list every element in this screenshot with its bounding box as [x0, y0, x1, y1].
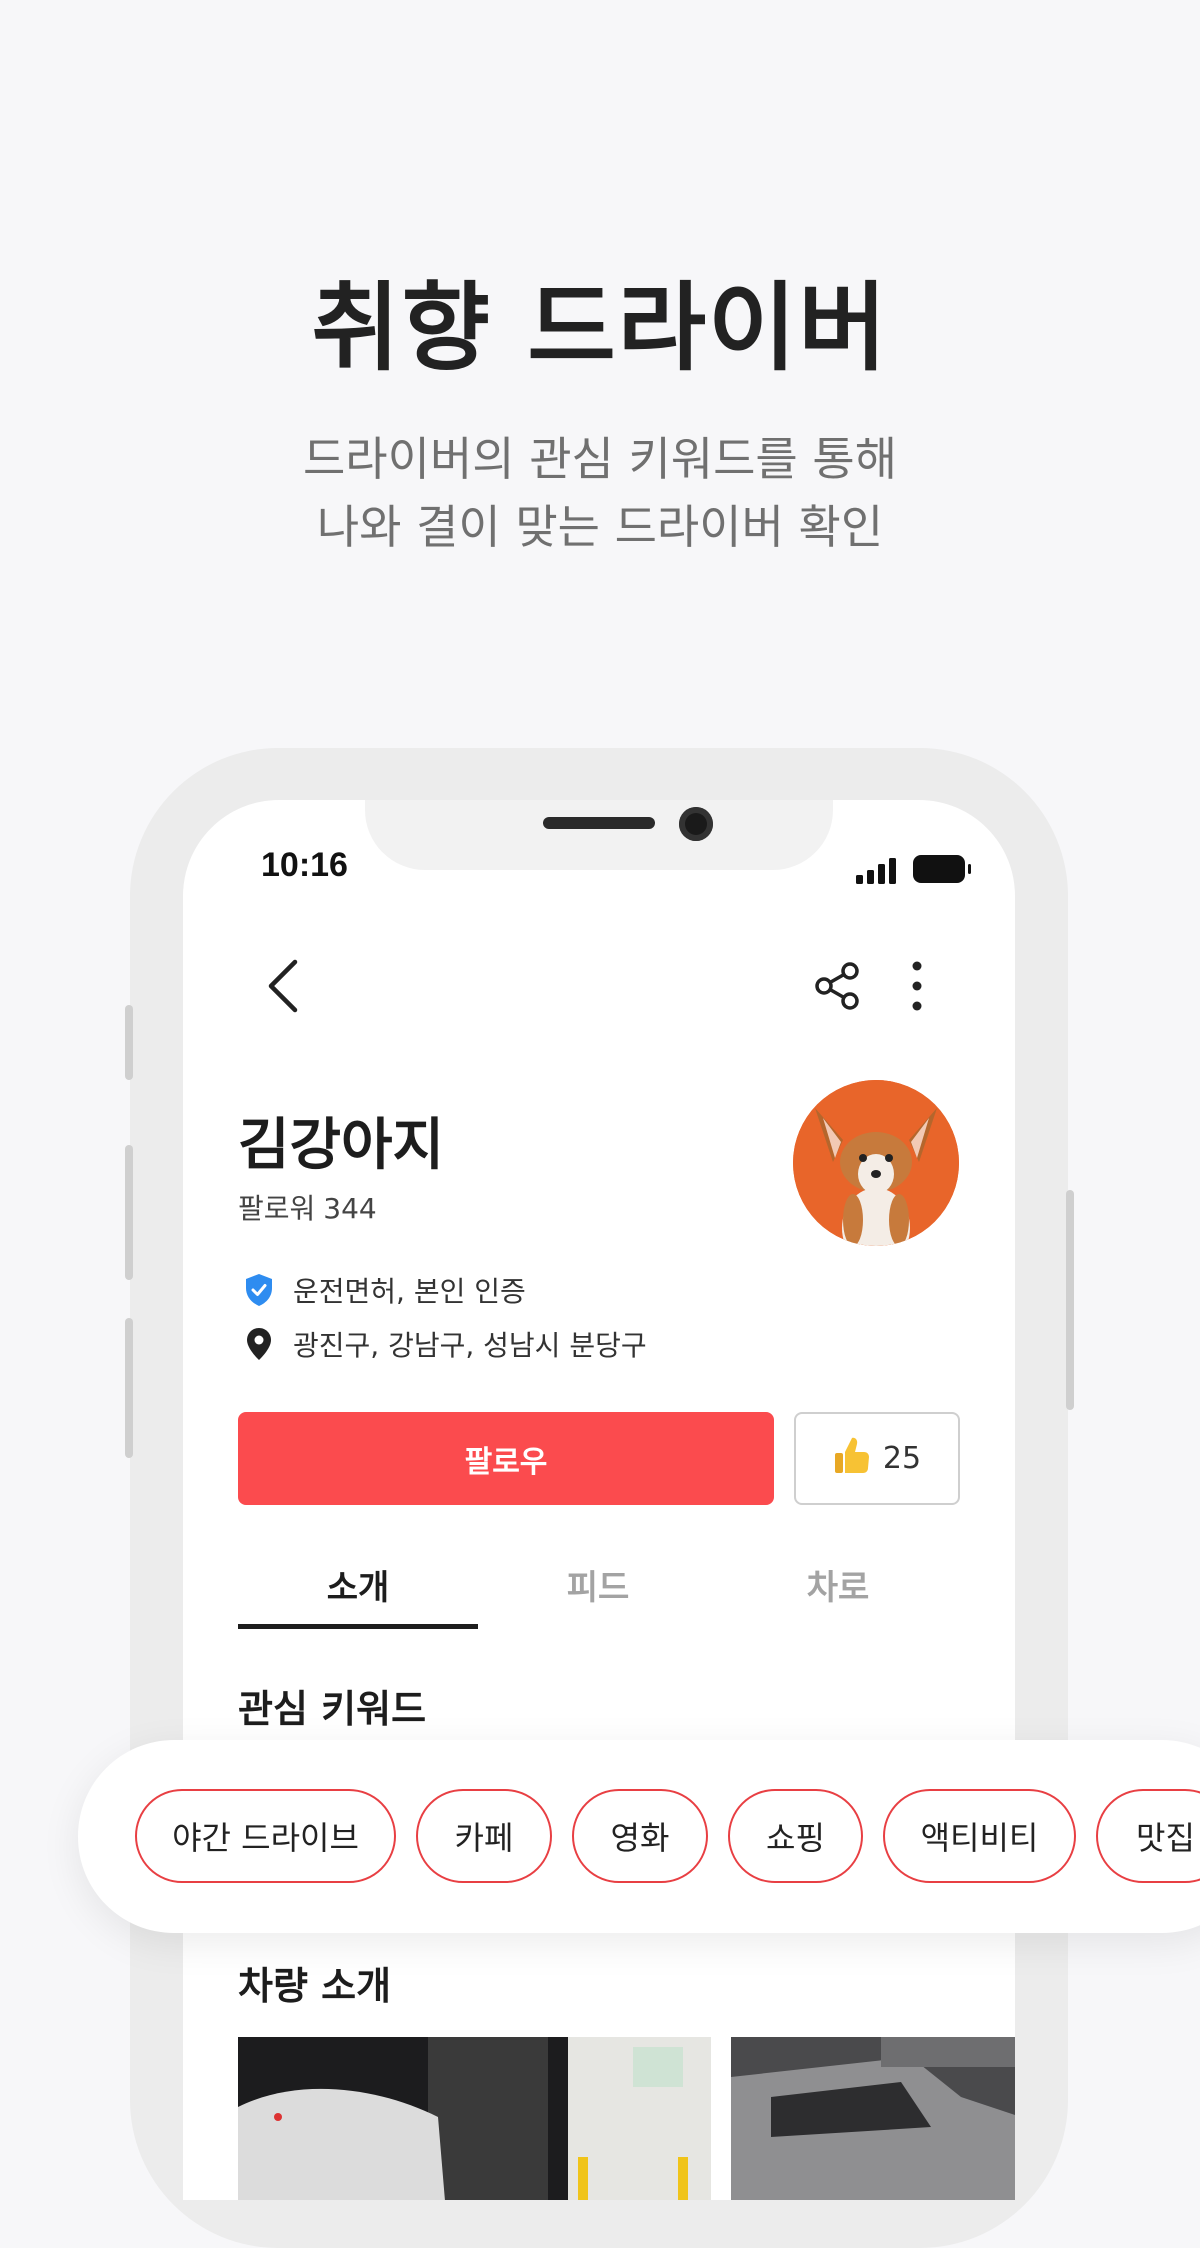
like-button[interactable]: 25 [794, 1412, 960, 1505]
keywords-section-title: 관심 키워드 [238, 1687, 427, 1731]
keyword-chip[interactable]: 쇼핑 [728, 1789, 863, 1883]
like-count: 25 [882, 1441, 922, 1476]
profile-name: 김강아지 [238, 1113, 445, 1178]
tab-car[interactable]: 차로 [718, 1560, 958, 1609]
thumbs-up-icon [833, 1435, 871, 1483]
tab-feed[interactable]: 피드 [478, 1560, 718, 1609]
phone-side-button [125, 1005, 133, 1080]
follower-label: 팔로워 [238, 1192, 316, 1225]
follow-button[interactable]: 팔로우 [238, 1412, 774, 1505]
keyword-chip[interactable]: 야간 드라이브 [135, 1789, 396, 1883]
hero-subtitle-line-2: 나와 결이 맞는 드라이버 확인 [316, 500, 884, 554]
corgi-avatar-image [793, 1080, 959, 1246]
phone-volume-down-button [125, 1318, 133, 1458]
tab-active-indicator [238, 1624, 478, 1629]
status-time: 10:16 [261, 846, 348, 884]
phone-notch [365, 800, 833, 870]
keyword-chip[interactable]: 액티비티 [883, 1789, 1076, 1883]
car-photo-1[interactable] [238, 2037, 711, 2200]
phone-screen: 10:16 김강아지 팔로워 344 운전면허, 본인 인증 광진구, 강남구,… [183, 800, 1015, 2200]
hero-subtitle-line-1: 드라이버의 관심 키워드를 통해 [302, 432, 898, 486]
car-photo-2[interactable] [731, 2037, 1015, 2200]
tab-intro[interactable]: 소개 [238, 1560, 478, 1609]
location-pin-icon [243, 1326, 275, 1362]
phone-power-button [1066, 1190, 1074, 1410]
follower-number: 344 [323, 1192, 377, 1225]
battery-icon [913, 855, 971, 883]
location-text: 광진구, 강남구, 성남시 분당구 [293, 1329, 647, 1362]
keyword-chip[interactable]: 카페 [416, 1789, 552, 1883]
more-vertical-icon[interactable] [903, 960, 931, 1012]
keyword-chip[interactable]: 영화 [572, 1789, 708, 1883]
hero-subtitle: 드라이버의 관심 키워드를 통해 나와 결이 맞는 드라이버 확인 [0, 425, 1200, 561]
car-section-title: 차량 소개 [238, 1964, 392, 2008]
shield-check-icon [243, 1272, 275, 1308]
verification-row: 운전면허, 본인 인증 [243, 1270, 526, 1310]
keyword-chip[interactable]: 맛집 [1096, 1789, 1200, 1883]
back-icon[interactable] [259, 956, 309, 1016]
location-row: 광진구, 강남구, 성남시 분당구 [243, 1324, 647, 1364]
front-camera [679, 807, 713, 841]
avatar[interactable] [793, 1080, 959, 1246]
phone-volume-up-button [125, 1145, 133, 1280]
follower-count: 팔로워 344 [238, 1187, 377, 1227]
speaker-grille [543, 817, 655, 829]
verification-text: 운전면허, 본인 인증 [293, 1275, 526, 1308]
hero-title: 취향 드라이버 [311, 272, 889, 384]
signal-icon [856, 858, 896, 884]
share-icon[interactable] [814, 962, 862, 1010]
